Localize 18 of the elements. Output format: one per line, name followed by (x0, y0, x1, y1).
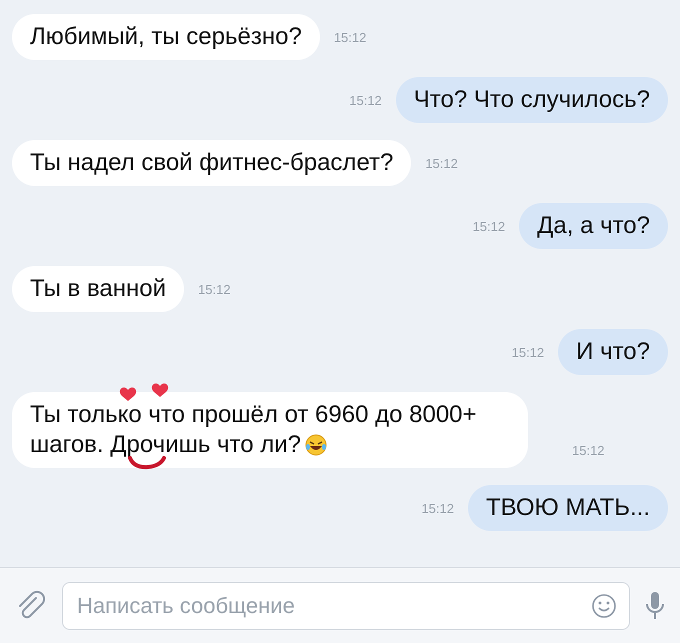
message-time: 15:12 (425, 156, 458, 170)
message-time: 15:12 (572, 443, 605, 458)
message-text: ТВОЮ МАТЬ... (486, 494, 650, 521)
message-time: 15:12 (512, 344, 544, 360)
message-time: 15:12 (198, 282, 231, 296)
message-time: 15:12 (421, 500, 454, 516)
message-time: 15:12 (334, 30, 366, 44)
message-text: Ты в ванной (30, 275, 166, 302)
smiley-icon[interactable] (591, 592, 617, 618)
message-time: 15:12 (349, 92, 382, 108)
message-text: Ты надел свой фитнес-браслет? (30, 149, 394, 176)
message-text: Что? Что случилось? (414, 86, 650, 113)
message-input-field[interactable]: Написать сообщение (62, 582, 630, 630)
message-text: Любимый, ты серьёзно? (30, 23, 302, 50)
message-text: Ты только что прошёл от 6960 до 8000+ шагов. Дрочишь что ли? (30, 401, 477, 458)
message-text: И что? (576, 338, 650, 365)
message-time: 15:12 (472, 218, 506, 234)
message-text: Да, а что? (537, 212, 650, 239)
